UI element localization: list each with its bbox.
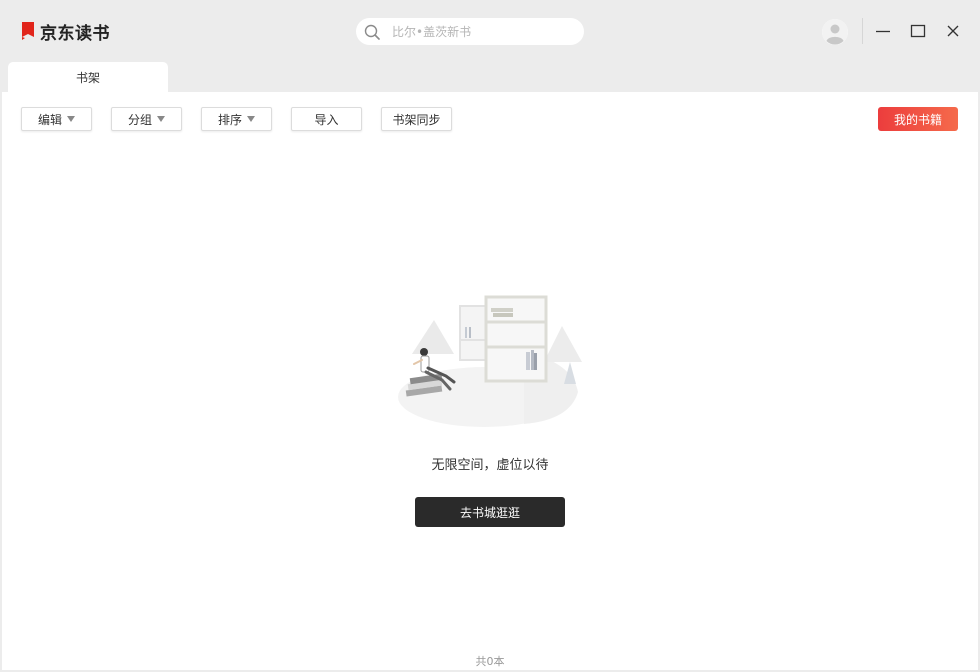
tab-bookshelf[interactable]: 书架: [8, 62, 168, 92]
search-input[interactable]: [392, 24, 572, 39]
maximize-button[interactable]: [907, 20, 929, 42]
caret-down-icon: [247, 116, 255, 122]
sort-dropdown-button[interactable]: 排序: [201, 107, 272, 131]
browse-store-button[interactable]: 去书城逛逛: [415, 497, 565, 527]
import-button[interactable]: 导入: [291, 107, 362, 131]
close-icon: [947, 25, 959, 37]
empty-state-message: 无限空间，虚位以待: [431, 458, 549, 473]
bookshelf-panel: 编辑 分组 排序 导入 书架同步 我的书籍 无限空间，虚位以待 去书城逛逛 共0…: [2, 92, 978, 670]
my-books-button[interactable]: 我的书籍: [878, 107, 958, 131]
app-title: 京东读书: [40, 23, 110, 44]
minimize-icon: [876, 30, 890, 33]
close-button[interactable]: [942, 20, 964, 42]
caret-down-icon: [157, 116, 165, 122]
caret-down-icon: [67, 116, 75, 122]
edit-label: 编辑: [37, 112, 62, 127]
title-bar-divider: [862, 18, 863, 44]
sort-label: 排序: [217, 112, 242, 127]
minimize-button[interactable]: [872, 20, 894, 42]
empty-shelf-illustration: [394, 292, 586, 432]
import-label: 导入: [314, 112, 339, 127]
title-bar: 京东读书: [0, 0, 980, 62]
app-logo: 京东读书: [20, 20, 110, 44]
book-logo-icon: [20, 21, 36, 41]
book-count: 共0本: [475, 655, 505, 668]
group-dropdown-button[interactable]: 分组: [111, 107, 182, 131]
sync-label: 书架同步: [392, 112, 441, 127]
group-label: 分组: [127, 112, 152, 127]
maximize-icon: [910, 24, 926, 38]
user-avatar[interactable]: [822, 19, 848, 45]
user-icon: [822, 19, 848, 45]
search-icon[interactable]: [364, 24, 380, 40]
edit-dropdown-button[interactable]: 编辑: [21, 107, 92, 131]
sync-bookshelf-button[interactable]: 书架同步: [381, 107, 452, 131]
search-box[interactable]: [356, 18, 584, 45]
